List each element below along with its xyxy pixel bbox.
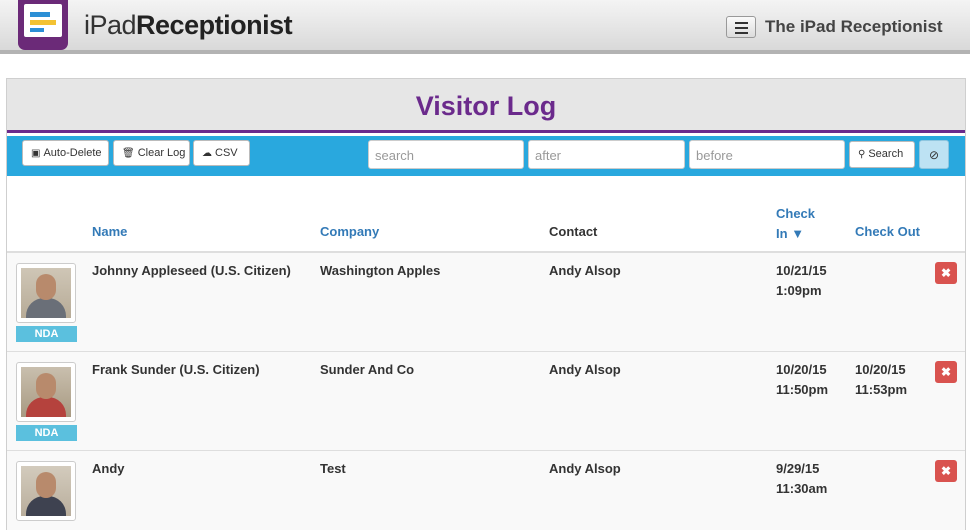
check-in-clock: 1:09pm: [776, 283, 822, 298]
calendar-icon: ▣: [31, 148, 41, 159]
column-header-company[interactable]: Company: [320, 224, 379, 239]
visitor-photo[interactable]: [16, 461, 76, 521]
check-in-label-line1: Check: [776, 206, 816, 221]
visitor-log-panel: Visitor Log ▣ Auto-Delete 🗑 Clear Log ☁ CSV…: [6, 78, 966, 530]
delete-button[interactable]: ✖: [935, 361, 957, 383]
logo-text-bold: Receptionist: [136, 10, 293, 40]
visitor-name: Andy: [92, 461, 125, 476]
visitor-company: Washington Apples: [320, 263, 441, 278]
visitor-contact: Andy Alsop: [549, 461, 621, 476]
clear-log-button[interactable]: 🗑 Clear Log: [113, 140, 190, 166]
logo-text-light: iPad: [84, 10, 137, 40]
auto-delete-label: Auto-Delete: [43, 147, 102, 159]
check-out-time: 10/20/15 11:53pm: [855, 360, 907, 400]
column-header-check-in[interactable]: Check In ▼: [776, 204, 815, 244]
trash-icon: 🗑: [122, 148, 135, 159]
close-icon: ✖: [940, 464, 952, 478]
csv-label: CSV: [215, 147, 238, 159]
avatar: [21, 268, 71, 318]
search-button[interactable]: ⚲ Search: [849, 141, 915, 168]
column-header-name[interactable]: Name: [92, 224, 127, 239]
avatar: [21, 367, 71, 417]
visitor-photo[interactable]: [16, 362, 76, 422]
check-in-date: 10/21/15: [776, 263, 827, 278]
top-navbar: iPadReceptionist The iPad Receptionist: [0, 0, 970, 54]
visitor-contact: Andy Alsop: [549, 362, 621, 377]
clear-log-label: Clear Log: [137, 147, 186, 159]
delete-button[interactable]: ✖: [935, 262, 957, 284]
check-in-clock: 11:30am: [776, 481, 828, 496]
check-in-time: 10/20/15 11:50pm: [776, 360, 828, 400]
search-button-label: Search: [868, 148, 904, 160]
visitor-name: Johnny Appleseed (U.S. Citizen): [92, 263, 291, 278]
check-out-date: 10/20/15: [855, 362, 906, 377]
check-in-time: 10/21/15 1:09pm: [776, 261, 827, 301]
close-icon: ✖: [940, 365, 952, 379]
nda-badge: NDA: [16, 326, 77, 342]
visitor-company: Sunder And Co: [320, 362, 415, 377]
column-header-check-out[interactable]: Check Out: [855, 224, 920, 239]
toolbar: ▣ Auto-Delete 🗑 Clear Log ☁ CSV search afte…: [7, 136, 965, 176]
page-title: Visitor Log: [415, 91, 557, 121]
ban-icon: ⊘: [928, 148, 940, 162]
check-in-clock: 11:50pm: [776, 382, 829, 397]
table-row[interactable]: NDA Frank Sunder (U.S. Citizen) Sunder A…: [7, 352, 965, 451]
logo-wordmark[interactable]: iPadReceptionist: [84, 10, 293, 41]
panel-header: Visitor Log: [7, 79, 965, 133]
visitor-contact: Andy Alsop: [549, 263, 621, 278]
nda-badge: NDA: [16, 425, 77, 441]
check-in-time: 9/29/15 11:30am: [776, 459, 827, 499]
close-icon: ✖: [940, 266, 952, 280]
after-date-input[interactable]: after: [528, 140, 685, 169]
column-header-contact: Contact: [549, 224, 598, 239]
auto-delete-button[interactable]: ▣ Auto-Delete: [22, 140, 109, 166]
search-icon: ⚲: [858, 149, 866, 160]
check-in-date: 10/20/15: [776, 362, 827, 377]
table-row[interactable]: Andy Test Andy Alsop 9/29/15 11:30am ✖: [7, 451, 965, 530]
hamburger-menu-icon[interactable]: [726, 16, 756, 38]
sort-desc-icon: ▼: [791, 226, 805, 241]
visitor-photo[interactable]: [16, 263, 76, 323]
avatar: [21, 466, 71, 516]
table-row[interactable]: NDA Johnny Appleseed (U.S. Citizen) Wash…: [7, 253, 965, 352]
visitor-name: Frank Sunder (U.S. Citizen): [92, 362, 260, 377]
check-in-label-line2: In: [776, 226, 788, 241]
delete-button[interactable]: ✖: [935, 460, 957, 482]
clear-filter-button[interactable]: ⊘: [919, 140, 949, 169]
before-date-input[interactable]: before: [689, 140, 845, 169]
app-title[interactable]: The iPad Receptionist: [765, 17, 943, 37]
search-input[interactable]: search: [368, 140, 524, 169]
visitor-company: Test: [320, 461, 346, 476]
logo-screen: [24, 4, 62, 37]
check-out-clock: 11:53pm: [855, 382, 908, 397]
check-in-date: 9/29/15: [776, 461, 820, 476]
app-logo-icon[interactable]: [18, 0, 68, 50]
cloud-download-icon: ☁: [202, 148, 212, 159]
csv-button[interactable]: ☁ CSV: [193, 140, 250, 166]
